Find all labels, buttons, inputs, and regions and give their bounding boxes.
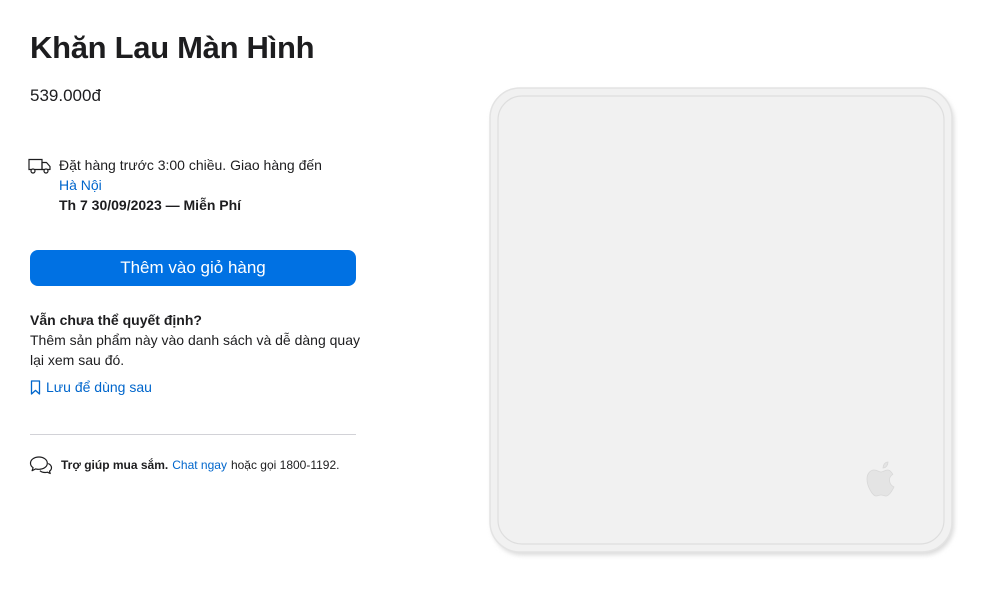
decide-heading: Vẫn chưa thể quyết định? bbox=[30, 312, 202, 328]
delivery-info: Đặt hàng trước 3:00 chiều. Giao hàng đến… bbox=[28, 155, 368, 215]
product-title: Khăn Lau Màn Hình bbox=[30, 30, 315, 65]
shopping-help: Trợ giúp mua sắm. Chat ngay hoặc gọi 180… bbox=[29, 455, 339, 475]
bookmark-icon bbox=[30, 379, 41, 395]
add-to-bag-button[interactable]: Thêm vào giỏ hàng bbox=[30, 250, 356, 286]
save-for-later-label: Lưu để dùng sau bbox=[46, 379, 152, 395]
chat-bubbles-icon bbox=[29, 456, 53, 475]
help-phone-text: hoặc gọi 1800-1192. bbox=[230, 458, 340, 472]
divider bbox=[30, 434, 356, 435]
chat-now-link[interactable]: Chat ngay bbox=[172, 458, 227, 472]
decide-description: Thêm sản phẩm này vào danh sách và dễ dà… bbox=[30, 332, 360, 368]
delivery-text: Đặt hàng trước 3:00 chiều. Giao hàng đến bbox=[59, 157, 322, 173]
product-price: 539.000đ bbox=[30, 86, 101, 105]
delivery-location-link[interactable]: Hà Nội bbox=[59, 175, 368, 195]
delivery-date: Th 7 30/09/2023 — Miễn Phí bbox=[59, 197, 242, 213]
save-for-later-link[interactable]: Lưu để dùng sau bbox=[30, 379, 152, 395]
truck-icon bbox=[28, 158, 51, 174]
help-label: Trợ giúp mua sắm. bbox=[61, 458, 169, 472]
save-for-later-section: Vẫn chưa thể quyết định? Thêm sản phẩm n… bbox=[30, 310, 360, 370]
polishing-cloth-image bbox=[489, 87, 954, 555]
